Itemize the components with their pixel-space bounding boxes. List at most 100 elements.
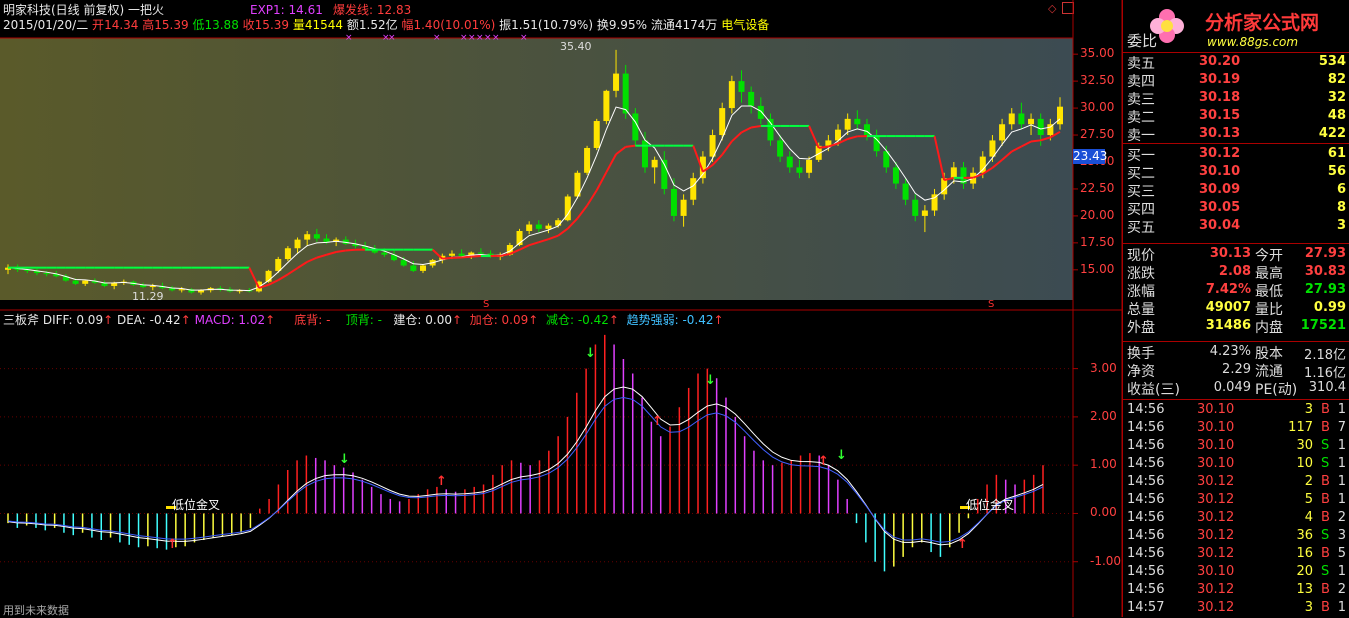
support-line — [742, 128, 752, 133]
candle-body — [1009, 113, 1015, 124]
candle-body — [275, 259, 281, 271]
candle-body — [893, 167, 899, 183]
signal-mark: × — [345, 33, 353, 43]
candle-body — [671, 189, 677, 216]
stat-row: 净资2.29流通1.16亿 — [1123, 361, 1349, 379]
tick-volume: 16 — [1263, 546, 1313, 561]
tick-price: 30.12 — [1197, 546, 1234, 561]
tick-row: 14:5630.1236S3 — [1123, 527, 1349, 545]
support-line — [626, 146, 636, 147]
low-cross-label-2: 低位金叉 — [966, 496, 1014, 513]
logo-text: 分析家公式网 — [1205, 8, 1319, 35]
tick-side: S — [1321, 438, 1329, 453]
order-book-label: 买二 — [1127, 163, 1155, 183]
candle-body — [314, 234, 320, 238]
candle-body — [903, 184, 909, 200]
tick-count: 3 — [1338, 528, 1346, 543]
support-line — [1041, 137, 1051, 140]
stat-label: 最高 — [1255, 263, 1283, 283]
tick-volume: 30 — [1263, 438, 1313, 453]
signal-mark: × — [476, 33, 484, 43]
stat-label: 量比 — [1255, 299, 1283, 319]
candle-body — [478, 253, 484, 254]
buy-arrow-icon: ↑ — [436, 474, 447, 489]
candle-body — [381, 253, 387, 255]
stat-value: 31486 — [1201, 318, 1251, 333]
current-price-tag: 23.43 — [1073, 149, 1105, 164]
tick-time: 14:56 — [1127, 420, 1164, 435]
sell-arrow-icon: ↓ — [339, 452, 350, 467]
tick-price: 30.12 — [1197, 510, 1234, 525]
tick-count: 1 — [1338, 492, 1346, 507]
order-book-label: 卖五 — [1127, 53, 1155, 73]
stat-label: 现价 — [1127, 245, 1155, 265]
candle-body — [1038, 119, 1044, 135]
tick-time: 14:56 — [1127, 528, 1164, 543]
tick-side: B — [1321, 420, 1330, 435]
order-book-row: 买一30.1261 — [1123, 145, 1349, 163]
stat-label: 涨跌 — [1127, 263, 1155, 283]
tick-count: 7 — [1338, 420, 1346, 435]
support-line — [307, 258, 317, 262]
tick-volume: 13 — [1263, 582, 1313, 597]
price-tick-label: 17.50 — [1080, 235, 1114, 249]
support-line — [336, 251, 346, 252]
indicator-tick-label: 0.00 — [1090, 505, 1117, 519]
tick-row: 14:5630.10117B7 — [1123, 419, 1349, 437]
stat-row: 总量49007量比0.99 — [1123, 299, 1349, 317]
candle-body — [603, 91, 609, 121]
sell-arrow-icon: ↓ — [585, 346, 596, 361]
candle-body — [73, 281, 79, 284]
tick-time: 14:56 — [1127, 474, 1164, 489]
stat-row: 外盘31486内盘17521 — [1123, 317, 1349, 335]
tick-volume: 10 — [1263, 456, 1313, 471]
candle-body — [536, 225, 542, 229]
tick-time: 14:56 — [1127, 510, 1164, 525]
support-line — [442, 258, 452, 259]
price-tick-label: 15.00 — [1080, 262, 1114, 276]
tick-row: 14:5630.125B1 — [1123, 491, 1349, 509]
quote-separator — [1123, 243, 1349, 244]
order-book-price: 30.15 — [1199, 108, 1240, 123]
tick-row: 14:5630.1213B2 — [1123, 581, 1349, 599]
stat-label: 总量 — [1127, 299, 1155, 319]
tick-count: 1 — [1338, 402, 1346, 417]
price-tick-label: 30.00 — [1080, 100, 1114, 114]
stat-value: 2.08 — [1201, 264, 1251, 279]
candle-body — [150, 286, 156, 287]
buy-arrow-icon: ↑ — [652, 414, 663, 429]
stat-row: 涨跌2.08最高30.83 — [1123, 263, 1349, 281]
tick-volume: 3 — [1263, 600, 1313, 615]
tick-side: S — [1321, 456, 1329, 471]
support-line — [471, 256, 481, 257]
buy-arrow-icon: ↑ — [167, 537, 178, 552]
candle-body — [1018, 113, 1024, 124]
tick-count: 1 — [1338, 600, 1346, 615]
candle-body — [951, 167, 957, 178]
candle-body — [613, 74, 619, 91]
candle-body — [642, 140, 648, 167]
stat-row: 收益(三)0.049PE(动)310.4 — [1123, 379, 1349, 397]
candle-body — [420, 265, 426, 270]
candle-body — [912, 200, 918, 216]
support-line — [433, 250, 443, 259]
stat-row: 现价30.13今开27.93 — [1123, 245, 1349, 263]
support-line — [606, 154, 616, 172]
signal-mark: × — [484, 33, 492, 43]
stat-label: 流通 — [1255, 361, 1283, 381]
tick-time: 14:56 — [1127, 546, 1164, 561]
tick-price: 30.10 — [1197, 456, 1234, 471]
tick-side: B — [1321, 402, 1330, 417]
candle-body — [787, 157, 793, 168]
support-line — [992, 160, 1002, 168]
stat-label: 股本 — [1255, 343, 1283, 363]
candle-body — [739, 81, 745, 92]
price-tick-label: 35.00 — [1080, 46, 1114, 60]
logo-url: www.88gs.com — [1207, 35, 1298, 49]
quote-separator — [1123, 399, 1349, 400]
candle-body — [323, 239, 329, 242]
support-line — [346, 250, 356, 251]
tick-count: 5 — [1338, 546, 1346, 561]
support-line — [935, 136, 945, 180]
stat-label: PE(动) — [1255, 379, 1297, 399]
